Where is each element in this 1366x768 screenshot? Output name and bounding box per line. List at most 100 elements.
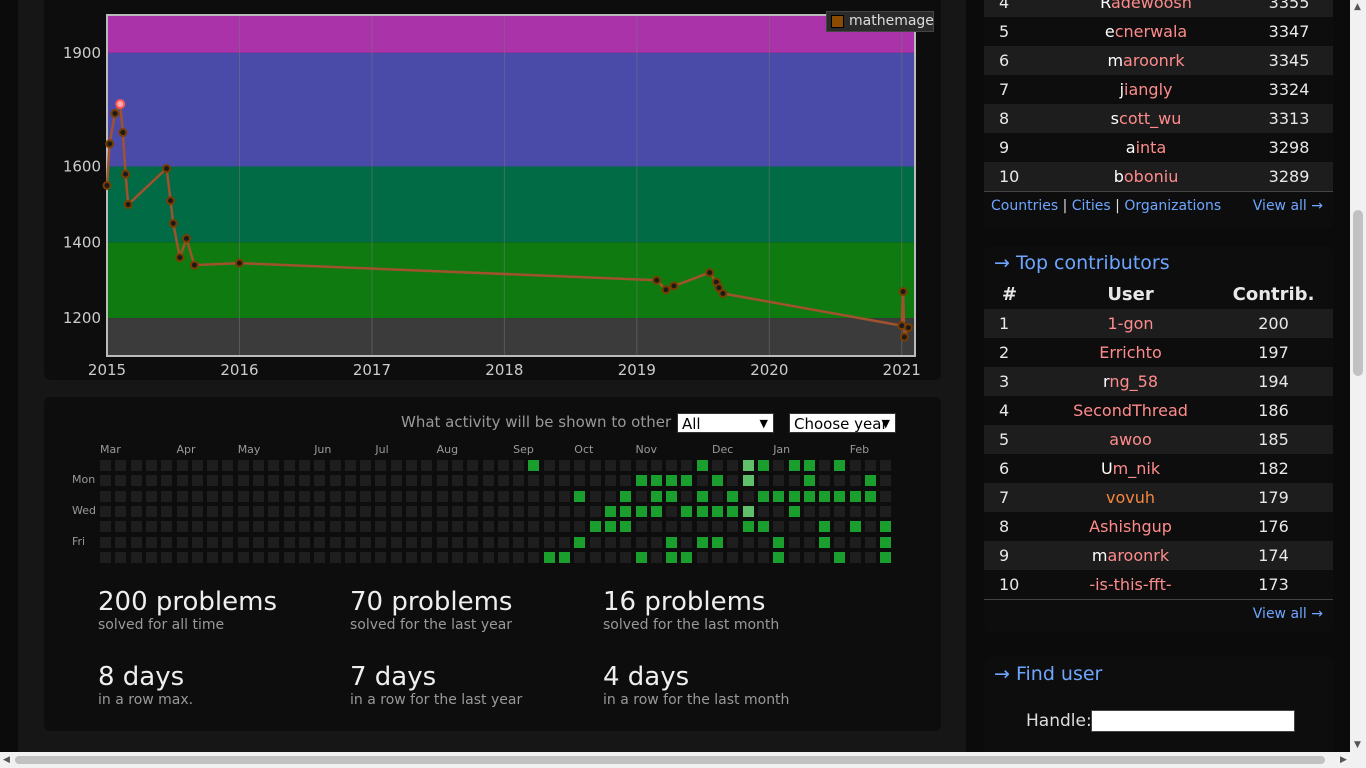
chart-legend[interactable]: mathemage xyxy=(826,11,934,32)
activity-cell[interactable] xyxy=(390,521,402,533)
activity-cell[interactable] xyxy=(773,536,785,548)
activity-cell[interactable] xyxy=(130,551,142,563)
activity-cell[interactable] xyxy=(390,460,402,471)
activity-cell[interactable] xyxy=(604,475,616,487)
activity-cell[interactable] xyxy=(712,505,723,517)
activity-cell[interactable] xyxy=(314,521,326,533)
activity-cell[interactable] xyxy=(375,505,387,517)
activity-cell[interactable] xyxy=(222,536,234,548)
activity-cell[interactable] xyxy=(865,521,876,533)
activity-cell[interactable] xyxy=(253,521,264,533)
activity-cell[interactable] xyxy=(803,490,815,502)
activity-cell[interactable] xyxy=(635,536,647,548)
activity-cell[interactable] xyxy=(819,505,831,517)
activity-cell[interactable] xyxy=(467,551,479,563)
activity-cell[interactable] xyxy=(375,460,387,471)
activity-cell[interactable] xyxy=(513,475,525,487)
activity-cell[interactable] xyxy=(176,521,188,533)
activity-cell[interactable] xyxy=(451,521,463,533)
activity-cell[interactable] xyxy=(130,460,142,471)
activity-cell[interactable] xyxy=(467,521,479,533)
activity-cell[interactable] xyxy=(589,490,601,502)
activity-cell[interactable] xyxy=(436,490,448,502)
activity-cell[interactable] xyxy=(191,475,203,487)
activity-cell[interactable] xyxy=(803,475,815,487)
activity-cell[interactable] xyxy=(421,551,433,563)
activity-cell[interactable] xyxy=(207,536,219,548)
activity-cell[interactable] xyxy=(528,460,540,471)
year-select[interactable]: Choose year ▼ xyxy=(789,413,896,433)
activity-cell[interactable] xyxy=(467,460,479,471)
activity-cell[interactable] xyxy=(145,460,157,471)
activity-cell[interactable] xyxy=(100,475,111,487)
scroll-up-icon[interactable]: ▲ xyxy=(1354,2,1361,12)
activity-cell[interactable] xyxy=(819,475,831,487)
activity-cell[interactable] xyxy=(176,475,188,487)
activity-cell[interactable] xyxy=(451,505,463,517)
activity-cell[interactable] xyxy=(803,536,815,548)
activity-cell[interactable] xyxy=(100,505,111,517)
activity-cell[interactable] xyxy=(115,551,127,563)
activity-cell[interactable] xyxy=(757,551,769,563)
horizontal-scrollbar[interactable]: ◀ ▶ xyxy=(0,752,1366,768)
activity-cell[interactable] xyxy=(528,521,540,533)
activity-cell[interactable] xyxy=(712,475,723,487)
activity-cell[interactable] xyxy=(727,521,739,533)
activity-cell[interactable] xyxy=(390,536,402,548)
activity-cell[interactable] xyxy=(849,536,861,548)
activity-cell[interactable] xyxy=(773,475,785,487)
activity-cell[interactable] xyxy=(865,551,876,563)
activity-cell[interactable] xyxy=(268,536,280,548)
activity-cell[interactable] xyxy=(604,521,616,533)
activity-cell[interactable] xyxy=(222,505,234,517)
activity-cell[interactable] xyxy=(253,475,264,487)
activity-cell[interactable] xyxy=(528,475,540,487)
activity-cell[interactable] xyxy=(283,490,295,502)
activity-cell[interactable] xyxy=(650,490,662,502)
activity-cell[interactable] xyxy=(543,536,555,548)
user-link[interactable]: awoo xyxy=(1047,425,1215,454)
scroll-left-icon[interactable]: ◀ xyxy=(3,755,10,765)
activity-cell[interactable] xyxy=(161,460,173,471)
activity-cell[interactable] xyxy=(161,521,173,533)
activity-cell[interactable] xyxy=(574,460,586,471)
activity-cell[interactable] xyxy=(421,490,433,502)
activity-cell[interactable] xyxy=(451,475,463,487)
activity-cell[interactable] xyxy=(222,475,234,487)
activity-cell[interactable] xyxy=(222,521,234,533)
vertical-scroll-thumb[interactable] xyxy=(1353,210,1363,376)
user-link[interactable]: boboniu xyxy=(1047,162,1246,191)
activity-cell[interactable] xyxy=(283,521,295,533)
activity-cell[interactable] xyxy=(757,490,769,502)
activity-cell[interactable] xyxy=(803,460,815,471)
organizations-link[interactable]: Organizations xyxy=(1124,198,1221,214)
activity-cell[interactable] xyxy=(803,551,815,563)
activity-cell[interactable] xyxy=(100,490,111,502)
activity-cell[interactable] xyxy=(329,460,341,471)
scroll-right-icon[interactable]: ▶ xyxy=(1340,755,1347,765)
activity-cell[interactable] xyxy=(100,460,111,471)
activity-cell[interactable] xyxy=(773,551,785,563)
activity-cell[interactable] xyxy=(115,490,127,502)
activity-cell[interactable] xyxy=(834,490,846,502)
activity-cell[interactable] xyxy=(145,536,157,548)
activity-cell[interactable] xyxy=(115,475,127,487)
activity-cell[interactable] xyxy=(681,505,693,517)
top-contributors-title[interactable]: → Top contributors xyxy=(984,246,1333,280)
cities-link[interactable]: Cities xyxy=(1072,198,1111,214)
activity-cell[interactable] xyxy=(451,551,463,563)
activity-cell[interactable] xyxy=(604,460,616,471)
activity-cell[interactable] xyxy=(666,460,678,471)
activity-cell[interactable] xyxy=(513,551,525,563)
activity-cell[interactable] xyxy=(344,521,356,533)
activity-cell[interactable] xyxy=(115,505,127,517)
activity-cell[interactable] xyxy=(207,475,219,487)
activity-cell[interactable] xyxy=(880,475,892,487)
activity-cell[interactable] xyxy=(712,460,723,471)
activity-cell[interactable] xyxy=(635,490,647,502)
activity-cell[interactable] xyxy=(666,475,678,487)
activity-cell[interactable] xyxy=(497,521,509,533)
activity-cell[interactable] xyxy=(176,460,188,471)
activity-cell[interactable] xyxy=(237,536,249,548)
activity-cell[interactable] xyxy=(360,536,372,548)
